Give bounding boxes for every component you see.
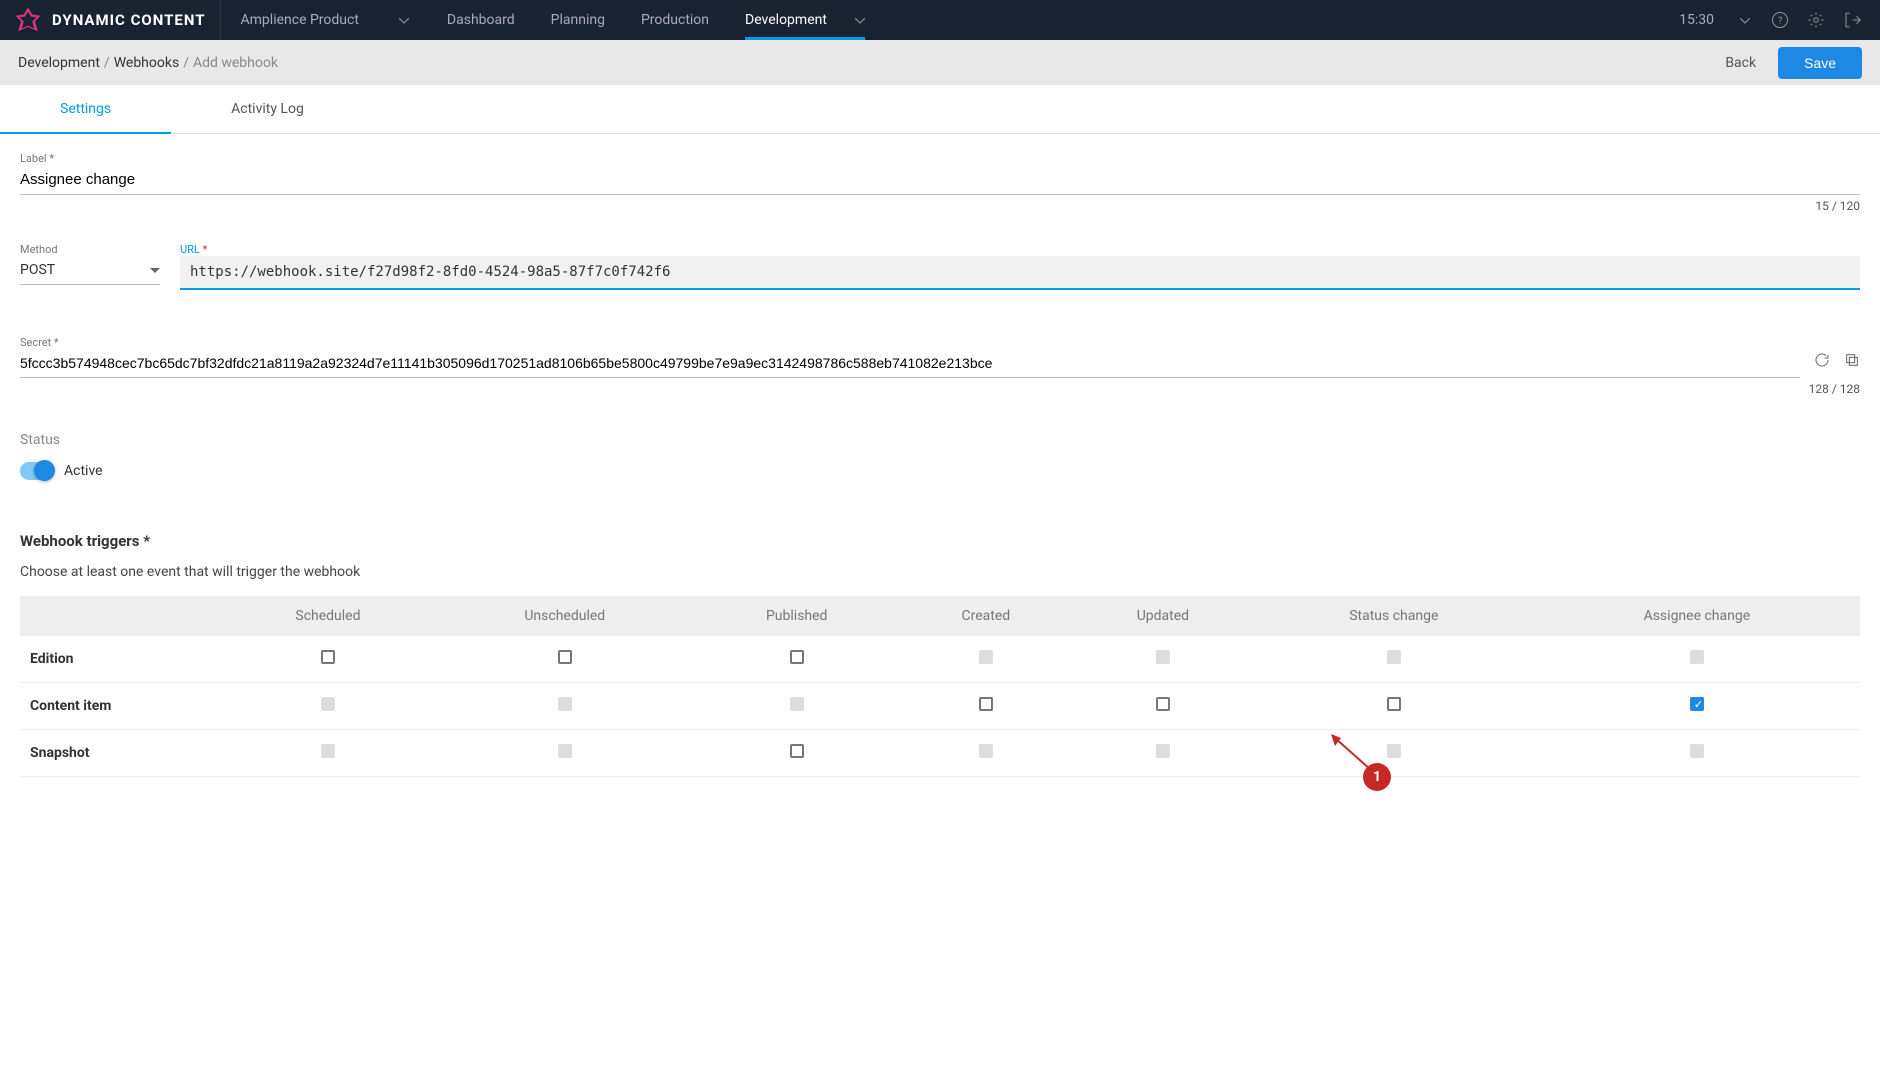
copy-icon[interactable]: [1844, 352, 1860, 372]
trigger-row-name: Content item: [20, 683, 220, 730]
nav-dashboard[interactable]: Dashboard: [429, 0, 533, 40]
trigger-row-name: Snapshot: [20, 730, 220, 777]
label-field-group: Label 15 / 120: [20, 152, 1860, 213]
nav-planning[interactable]: Planning: [533, 0, 623, 40]
url-field-label: URL: [180, 243, 1860, 256]
svg-text:?: ?: [1778, 16, 1783, 27]
amp-logo-icon: [14, 6, 42, 34]
table-row: Content item: [20, 683, 1860, 730]
url-input[interactable]: https://webhook.site/f27d98f2-8fd0-4524-…: [180, 256, 1860, 290]
trigger-col-header: Status change: [1254, 596, 1534, 636]
tabs: Settings Activity Log: [0, 85, 1880, 134]
triggers-section: Webhook triggers * Choose at least one e…: [20, 532, 1860, 777]
chevron-down-icon: [855, 12, 865, 28]
trigger-checkbox: [1156, 744, 1170, 758]
trigger-checkbox[interactable]: [979, 697, 993, 711]
trigger-checkbox: [979, 650, 993, 664]
trigger-col-header: Unscheduled: [436, 596, 694, 636]
chevron-down-icon: [150, 262, 160, 278]
trigger-checkbox: [1156, 650, 1170, 664]
crumb-current: Add webhook: [193, 55, 278, 71]
trigger-col-header: Published: [694, 596, 900, 636]
secret-field-label: Secret: [20, 336, 1860, 349]
trigger-row-name: Edition: [20, 636, 220, 683]
gear-icon[interactable]: [1798, 0, 1834, 40]
chevron-down-icon: [1740, 12, 1750, 28]
trigger-checkbox: [558, 697, 572, 711]
top-nav: DYNAMIC CONTENT Amplience Product Dashbo…: [0, 0, 1880, 40]
method-field-label: Method: [20, 243, 160, 256]
url-field-group: URL https://webhook.site/f27d98f2-8fd0-4…: [180, 243, 1860, 290]
hub-selector[interactable]: Amplience Product: [221, 0, 429, 40]
regenerate-icon[interactable]: [1814, 352, 1830, 372]
save-button[interactable]: Save: [1778, 47, 1862, 79]
nav-development[interactable]: Development: [727, 0, 883, 40]
triggers-title: Webhook triggers *: [20, 532, 1860, 550]
annotation-badge: 1: [1363, 763, 1391, 791]
trigger-checkbox: [558, 744, 572, 758]
back-button[interactable]: Back: [1725, 55, 1756, 71]
trigger-checkbox: [790, 697, 804, 711]
status-toggle[interactable]: [20, 462, 54, 480]
method-field-group: Method POST: [20, 243, 160, 290]
nav-development-label: Development: [745, 12, 827, 28]
trigger-checkbox: [321, 744, 335, 758]
trigger-col-header: Scheduled: [220, 596, 436, 636]
brand: DYNAMIC CONTENT: [0, 0, 221, 40]
logout-icon[interactable]: [1834, 0, 1870, 40]
trigger-checkbox[interactable]: [790, 650, 804, 664]
status-group: Status Active: [20, 432, 1860, 480]
trigger-checkbox[interactable]: [1690, 697, 1704, 711]
help-icon[interactable]: ?: [1762, 0, 1798, 40]
secret-field-group: Secret 128 / 128: [20, 336, 1860, 396]
trigger-checkbox[interactable]: [558, 650, 572, 664]
brand-title: DYNAMIC CONTENT: [52, 11, 206, 29]
trigger-checkbox: [321, 697, 335, 711]
chevron-down-icon: [399, 12, 409, 28]
nav-production[interactable]: Production: [623, 0, 727, 40]
trigger-checkbox: [979, 744, 993, 758]
table-row: Snapshot: [20, 730, 1860, 777]
trigger-checkbox: [1690, 650, 1704, 664]
trigger-col-header: Updated: [1072, 596, 1254, 636]
trigger-checkbox: [1387, 650, 1401, 664]
triggers-desc: Choose at least one event that will trig…: [20, 564, 1860, 580]
method-value: POST: [20, 262, 55, 278]
trigger-col-header: Assignee change: [1534, 596, 1860, 636]
secret-counter: 128 / 128: [20, 382, 1860, 396]
trigger-col-header: Created: [900, 596, 1072, 636]
status-value: Active: [64, 463, 103, 479]
method-select[interactable]: POST: [20, 256, 160, 285]
tab-settings[interactable]: Settings: [0, 85, 171, 133]
trigger-checkbox[interactable]: [321, 650, 335, 664]
crumb-root[interactable]: Development: [18, 55, 100, 71]
label-input[interactable]: [20, 165, 1860, 195]
trigger-checkbox[interactable]: [1387, 697, 1401, 711]
label-counter: 15 / 120: [20, 199, 1860, 213]
trigger-checkbox: [1387, 744, 1401, 758]
status-label: Status: [20, 432, 1860, 448]
time-display[interactable]: 15:30: [1667, 12, 1762, 28]
trigger-checkbox[interactable]: [1156, 697, 1170, 711]
hub-name: Amplience Product: [241, 12, 359, 28]
trigger-col-header: [20, 596, 220, 636]
trigger-checkbox[interactable]: [790, 744, 804, 758]
table-row: Edition: [20, 636, 1860, 683]
secret-input[interactable]: [20, 349, 1800, 378]
label-field-label: Label: [20, 152, 1860, 165]
triggers-table: ScheduledUnscheduledPublishedCreatedUpda…: [20, 596, 1860, 777]
crumb-webhooks[interactable]: Webhooks: [114, 55, 180, 71]
trigger-checkbox: [1690, 744, 1704, 758]
breadcrumb-bar: Development / Webhooks / Add webhook Bac…: [0, 40, 1880, 85]
tab-activity-log[interactable]: Activity Log: [171, 85, 364, 133]
